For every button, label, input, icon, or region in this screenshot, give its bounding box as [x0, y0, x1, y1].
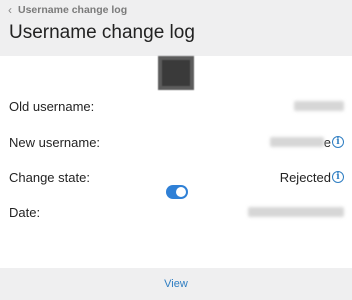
info-icon[interactable]: i	[332, 171, 344, 183]
change-state-label: Change state:	[9, 169, 90, 185]
toggle-knob[interactable]	[176, 187, 186, 197]
redacted-new-username	[269, 137, 324, 147]
page-header: ‹ Username change log Username change lo…	[0, 0, 352, 56]
footer: View	[0, 268, 352, 300]
new-username-suffix: e	[323, 134, 331, 150]
page-title: Username change log	[9, 22, 195, 43]
chevron-left-icon[interactable]: ‹	[8, 3, 12, 17]
view-link[interactable]: View	[164, 278, 188, 290]
change-log-card: Old username: New username: e i Change s…	[0, 56, 352, 268]
redacted-old-username	[294, 101, 344, 111]
avatar	[158, 56, 194, 90]
new-username-value: e i	[269, 134, 344, 150]
change-state-value: Rejected i	[280, 170, 344, 185]
new-username-label: New username:	[9, 134, 101, 150]
change-state-text: Rejected	[279, 169, 331, 185]
new-username-row: New username: e i	[0, 125, 352, 159]
date-row: Date:	[0, 195, 352, 229]
info-icon[interactable]: i	[332, 136, 344, 148]
breadcrumb[interactable]: ‹ Username change log	[8, 3, 127, 17]
breadcrumb-label[interactable]: Username change log	[18, 4, 127, 16]
old-username-label: Old username:	[9, 98, 95, 114]
redacted-date	[248, 207, 344, 217]
date-value	[248, 207, 344, 217]
toggle-switch[interactable]	[166, 185, 188, 199]
old-username-value	[294, 101, 344, 111]
old-username-row: Old username:	[0, 89, 352, 123]
date-label: Date:	[9, 204, 41, 220]
